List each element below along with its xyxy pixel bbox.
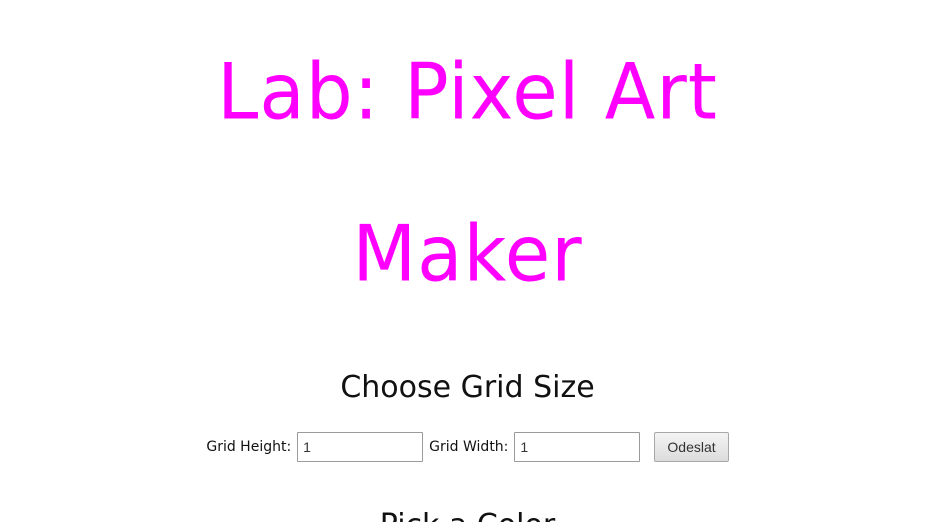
pick-color-heading: Pick a Color <box>0 506 935 522</box>
grid-width-label: Grid Width: <box>429 439 509 455</box>
grid-height-label: Grid Height: <box>206 439 292 455</box>
page-title-line-1: Lab: Pixel Art <box>217 46 718 138</box>
page-title-line-2: Maker <box>352 208 583 300</box>
grid-size-heading: Choose Grid Size <box>340 370 595 405</box>
page: Lab: Pixel Art Maker Choose Grid Size Gr… <box>0 0 935 522</box>
grid-size-form: Grid Height: Grid Width: Odeslat <box>0 430 935 464</box>
submit-button[interactable]: Odeslat <box>654 432 729 462</box>
grid-width-input[interactable] <box>514 432 641 462</box>
grid-height-input[interactable] <box>297 432 424 462</box>
